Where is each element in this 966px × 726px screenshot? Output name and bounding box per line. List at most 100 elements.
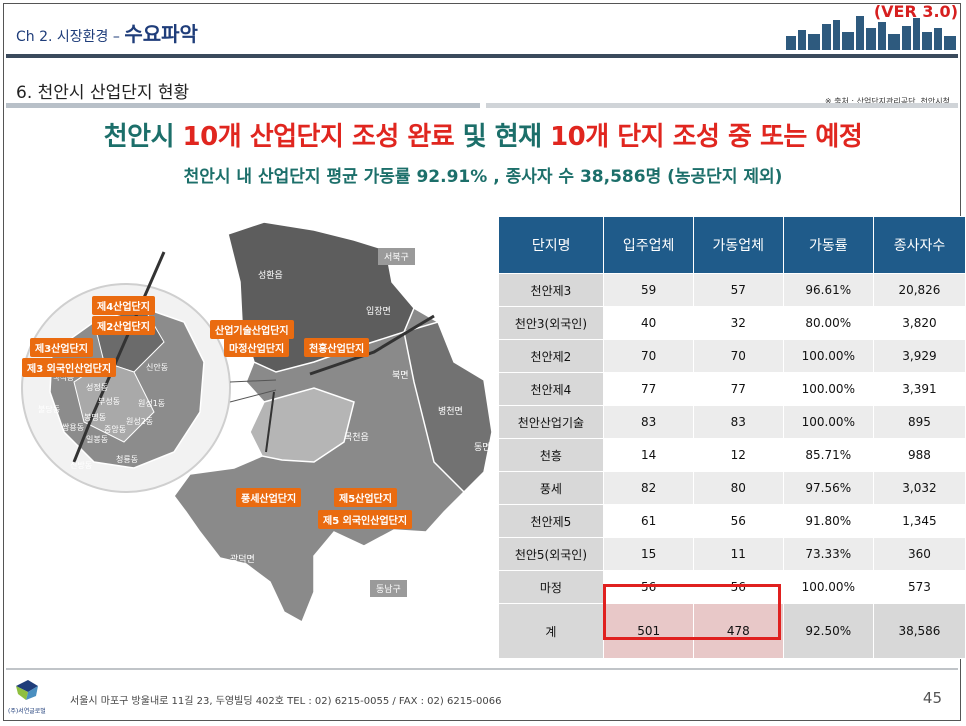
section-divider-left (6, 103, 480, 108)
complex-tag: 제5 외국인산업단지 (318, 510, 413, 529)
table-cell: 56 (693, 504, 784, 538)
section-divider-right (486, 103, 958, 108)
table-cell: 천안3(외국인) (498, 306, 605, 340)
table-cell: 3,391 (873, 372, 966, 406)
table-cell: 천안제2 (498, 339, 605, 373)
table-cell: 천흥 (498, 438, 605, 472)
complex-tag: 제4산업단지 (92, 296, 155, 315)
table-cell: 83 (693, 405, 784, 439)
headline-part2: 10개 산업단지 조성 완료 (182, 122, 455, 152)
complex-tag: 제2산업단지 (92, 316, 155, 335)
table-row: 천안산업기술 83 83 100.00% 895 (498, 405, 966, 439)
table-cell: 360 (873, 537, 966, 571)
complex-tag: 제3산업단지 (30, 338, 93, 357)
table-row: 천안3(외국인) 40 32 80.00% 3,820 (498, 306, 966, 340)
complex-tag: 마정산업단지 (224, 338, 290, 357)
table-cell: 100.00% (783, 339, 874, 373)
table-cell: 3,032 (873, 471, 966, 505)
district-label: 부성동 (98, 397, 121, 406)
table-cell: 59 (603, 273, 694, 307)
column-header: 가동업체 (692, 216, 784, 274)
table-cell: 92.50% (783, 603, 874, 659)
district-label: 광덕면 (230, 555, 255, 565)
district-label: 원성2동 (126, 417, 154, 426)
table-cell: 1,345 (873, 504, 966, 538)
district-label: 일봉동 (86, 435, 109, 444)
headline-part4: 10개 단지 조성 중 또는 예정 (550, 122, 863, 152)
district-label: 원성1동 (138, 399, 166, 408)
company-logo-text: (주)서연글로벌 (8, 708, 46, 715)
table-cell: 20,826 (873, 273, 966, 307)
table-cell: 80.00% (783, 306, 874, 340)
table-cell: 15 (603, 537, 694, 571)
sub-headline: 천안시 내 산업단지 평균 가동률 92.91% , 종사자 수 38,586명… (183, 167, 783, 187)
table-cell: 77 (693, 372, 784, 406)
headline: 천안시 10개 산업단지 조성 완료 및 현재 10개 단지 조성 중 또는 예… (0, 116, 966, 153)
table-cell: 70 (693, 339, 784, 373)
table-cell: 895 (873, 405, 966, 439)
column-header: 단지명 (497, 216, 605, 274)
district-label: 청룡동 (116, 455, 139, 464)
district-label: 서북구 (378, 248, 415, 265)
district-label: 동면 (474, 443, 491, 453)
column-header: 입주업체 (603, 216, 694, 274)
table-row: 천안5(외국인) 15 11 73.33% 360 (498, 537, 966, 571)
total-highlight-box (603, 584, 781, 640)
table-cell: 마정 (498, 570, 605, 604)
complex-tag: 제5산업단지 (334, 488, 397, 507)
district-label: 신안동 (146, 363, 169, 372)
section-title: 6. 천안시 산업단지 현황 (16, 83, 190, 103)
skyline-icon (786, 16, 956, 50)
district-label: 북면 (392, 371, 409, 381)
table-cell: 11 (693, 537, 784, 571)
district-label: 병천면 (438, 407, 463, 417)
table-header-row: 단지명 입주업체 가동업체 가동률 종사자수 (497, 216, 966, 274)
district-label: 동남구 (370, 580, 407, 597)
district-label: 목천읍 (344, 433, 369, 443)
chapter-header: Ch 2. 시장환경 – 수요파악 (16, 18, 198, 47)
table-cell: 38,586 (873, 603, 966, 659)
table-cell: 풍세 (498, 471, 605, 505)
footer-divider (6, 668, 958, 670)
table-cell: 천안제3 (498, 273, 605, 307)
table-row: 천안제5 61 56 91.80% 1,345 (498, 504, 966, 538)
table-cell: 61 (603, 504, 694, 538)
district-label: 신방동 (70, 461, 93, 470)
district-label: 입장면 (366, 307, 391, 317)
header-divider (6, 54, 958, 58)
map-graphic (21, 221, 493, 624)
district-label: 성환읍 (258, 271, 283, 281)
district-label: 쌍용동 (62, 423, 85, 432)
table-cell: 천안제4 (498, 372, 605, 406)
table-cell: 12 (693, 438, 784, 472)
chapter-prefix: Ch 2. 시장환경 – (16, 29, 120, 45)
headline-part3: 및 현재 (454, 122, 551, 152)
headline-part1: 천안시 (103, 122, 183, 152)
table-cell: 85.71% (783, 438, 874, 472)
table-cell: 32 (693, 306, 784, 340)
company-logo-icon (16, 680, 38, 700)
complex-tag: 천흥산업단지 (304, 338, 370, 357)
cheonan-map: 서북구 성환읍 입장면 북면 병천면 동면 목천읍 광덕면 동남구 신안동 원성… (14, 212, 494, 652)
page-number: 45 (922, 689, 942, 707)
table-cell: 573 (873, 570, 966, 604)
chapter-title: 수요파악 (124, 22, 198, 46)
table-cell: 80 (693, 471, 784, 505)
table-row: 풍세 82 80 97.56% 3,032 (498, 471, 966, 505)
table-cell: 96.61% (783, 273, 874, 307)
table-row: 천안제3 59 57 96.61% 20,826 (498, 273, 966, 307)
complex-tag: 풍세산업단지 (236, 488, 302, 507)
table-cell: 100.00% (783, 405, 874, 439)
table-row: 천안제2 70 70 100.00% 3,929 (498, 339, 966, 373)
column-header: 종사자수 (872, 216, 966, 274)
table-cell: 100.00% (783, 372, 874, 406)
table-cell: 97.56% (783, 471, 874, 505)
table-cell: 천안산업기술 (498, 405, 605, 439)
table-row: 천안제4 77 77 100.00% 3,391 (498, 372, 966, 406)
table-cell: 100.00% (783, 570, 874, 604)
column-header: 가동률 (782, 216, 874, 274)
table-cell: 70 (603, 339, 694, 373)
district-label: 성정동 (86, 383, 109, 392)
table-cell: 988 (873, 438, 966, 472)
table-cell: 천안5(외국인) (498, 537, 605, 571)
